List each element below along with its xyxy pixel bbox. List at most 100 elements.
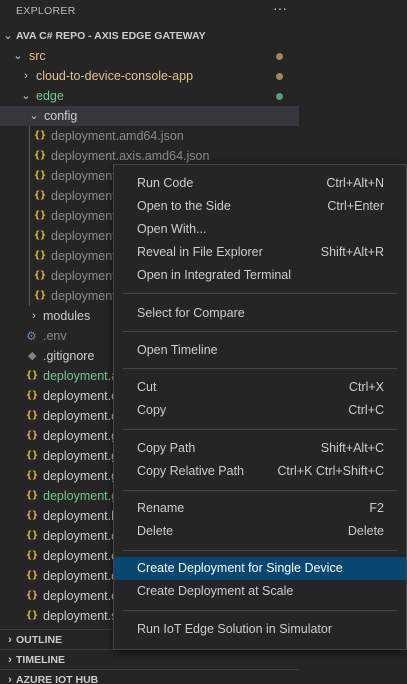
section-azure-iot-hub[interactable]: › AZURE IOT HUB	[0, 669, 299, 684]
menu-item-shortcut: Ctrl+Enter	[327, 199, 384, 213]
file-label: deployment.g	[43, 489, 119, 503]
folder-cloud[interactable]: › cloud-to-device-console-app	[0, 66, 299, 86]
file-label: deployment.c	[43, 529, 118, 543]
json-file-icon: {}	[26, 530, 39, 541]
chevron-down-icon: ⌄	[13, 50, 23, 62]
json-file-icon: {}	[34, 190, 47, 201]
menu-item-run-code[interactable]: Run Code Ctrl+Alt+N	[114, 172, 406, 195]
file-label: deployment.g	[43, 429, 119, 443]
menu-item-create-deployment-scale[interactable]: Create Deployment at Scale	[114, 580, 406, 603]
menu-item-copy-path[interactable]: Copy Path Shift+Alt+C	[114, 437, 406, 460]
repo-folder-label: AVA C# REPO - AXIS EDGE GATEWAY	[16, 30, 206, 42]
file-label: deployment.c	[43, 549, 118, 563]
json-file-icon: {}	[34, 150, 47, 161]
explorer-header: EXPLORER ···	[0, 0, 299, 22]
chevron-down-icon: ⌄	[3, 30, 13, 42]
folder-edge[interactable]: ⌄ edge	[0, 86, 299, 106]
menu-item-reveal-in-explorer[interactable]: Reveal in File Explorer Shift+Alt+R	[114, 241, 406, 264]
explorer-title: EXPLORER	[16, 5, 76, 17]
folder-src-label: src	[29, 49, 46, 63]
chevron-down-icon: ⌄	[29, 110, 39, 122]
file-label: deployment	[51, 169, 116, 183]
menu-item-cut[interactable]: Cut Ctrl+X	[114, 376, 406, 399]
menu-item-label: Open in Integrated Terminal	[137, 268, 292, 282]
menu-item-label: Open to the Side	[137, 199, 231, 213]
repo-folder[interactable]: ⌄ AVA C# REPO - AXIS EDGE GATEWAY	[0, 26, 299, 46]
menu-separator	[123, 293, 397, 294]
file-label: deployment.amd64.json	[51, 129, 184, 143]
json-file-icon: {}	[34, 270, 47, 281]
json-file-icon: {}	[26, 490, 39, 501]
file-row[interactable]: {} deployment.amd64.json	[0, 126, 299, 146]
menu-item-label: Create Deployment at Scale	[137, 584, 294, 598]
menu-item-shortcut: Ctrl+X	[348, 380, 384, 394]
json-file-icon: {}	[26, 610, 39, 621]
menu-item-shortcut: F2	[369, 501, 384, 515]
modified-dot-icon	[276, 53, 283, 60]
section-timeline[interactable]: › TIMELINE	[0, 649, 299, 670]
modified-dot-icon	[276, 73, 283, 80]
chevron-right-icon: ›	[24, 70, 28, 82]
context-menu: Run Code Ctrl+Alt+N Open to the Side Ctr…	[113, 164, 407, 650]
gear-icon: ⚙	[26, 329, 37, 343]
folder-src[interactable]: ⌄ src	[0, 46, 299, 66]
json-file-icon: {}	[26, 470, 39, 481]
menu-item-label: Rename	[137, 501, 185, 515]
menu-item-create-deployment-single[interactable]: Create Deployment for Single Device	[114, 557, 406, 580]
menu-item-open-in-terminal[interactable]: Open in Integrated Terminal	[114, 264, 406, 287]
file-label: deployment.h	[43, 509, 119, 523]
file-label: deployment.g	[43, 449, 119, 463]
file-label: deployment	[51, 209, 116, 223]
file-label: deployment.c	[43, 409, 118, 423]
file-label: deployment.c	[43, 389, 118, 403]
menu-item-label: Open With...	[137, 222, 207, 236]
json-file-icon: {}	[26, 370, 39, 381]
json-file-icon: {}	[34, 210, 47, 221]
menu-item-label: Copy	[137, 403, 167, 417]
section-outline-title: OUTLINE	[16, 634, 63, 646]
json-file-icon: {}	[26, 590, 39, 601]
menu-item-run-in-simulator[interactable]: Run IoT Edge Solution in Simulator	[114, 618, 406, 641]
menu-item-shortcut: Ctrl+C	[348, 403, 384, 417]
menu-item-open-with[interactable]: Open With...	[114, 218, 406, 241]
menu-separator	[123, 490, 397, 491]
file-label: deployment	[51, 189, 116, 203]
file-label: deployment	[51, 229, 116, 243]
json-file-icon: {}	[26, 390, 39, 401]
chevron-right-icon: ›	[8, 674, 12, 684]
file-label: deployment	[51, 249, 116, 263]
file-env-label: .env	[43, 329, 67, 343]
menu-item-rename[interactable]: Rename F2	[114, 497, 406, 520]
json-file-icon: {}	[34, 130, 47, 141]
chevron-right-icon: ›	[32, 310, 36, 322]
menu-item-label: Copy Path	[137, 441, 196, 455]
json-file-icon: {}	[26, 570, 39, 581]
menu-item-copy[interactable]: Copy Ctrl+C	[114, 399, 406, 422]
menu-item-label: Cut	[137, 380, 157, 394]
menu-separator	[123, 429, 397, 430]
file-label: deployment	[51, 269, 116, 283]
file-label: deployment.a	[43, 369, 119, 383]
json-file-icon: {}	[26, 410, 39, 421]
menu-item-open-timeline[interactable]: Open Timeline	[114, 339, 406, 362]
menu-separator	[123, 610, 397, 611]
menu-item-shortcut: Ctrl+Alt+N	[326, 176, 384, 190]
menu-item-shortcut: Ctrl+K Ctrl+Shift+C	[277, 464, 384, 478]
chevron-right-icon: ›	[8, 634, 12, 646]
menu-item-label: Open Timeline	[137, 343, 218, 357]
file-row[interactable]: {} deployment.axis.amd64.json	[0, 146, 299, 166]
menu-item-open-to-side[interactable]: Open to the Side Ctrl+Enter	[114, 195, 406, 218]
json-file-icon: {}	[34, 170, 47, 181]
menu-item-label: Reveal in File Explorer	[137, 245, 263, 259]
file-label: deployment.c	[43, 569, 118, 583]
folder-config[interactable]: ⌄ config	[0, 106, 299, 126]
json-file-icon: {}	[26, 450, 39, 461]
file-label: deployment.axis.amd64.json	[51, 149, 210, 163]
json-file-icon: {}	[26, 510, 39, 521]
menu-item-select-for-compare[interactable]: Select for Compare	[114, 302, 406, 325]
menu-item-delete[interactable]: Delete Delete	[114, 520, 406, 543]
menu-item-label: Delete	[137, 524, 174, 538]
menu-item-copy-relative-path[interactable]: Copy Relative Path Ctrl+K Ctrl+Shift+C	[114, 460, 406, 483]
ellipsis-icon[interactable]: ···	[273, 0, 287, 16]
menu-item-label: Create Deployment for Single Device	[137, 561, 343, 575]
